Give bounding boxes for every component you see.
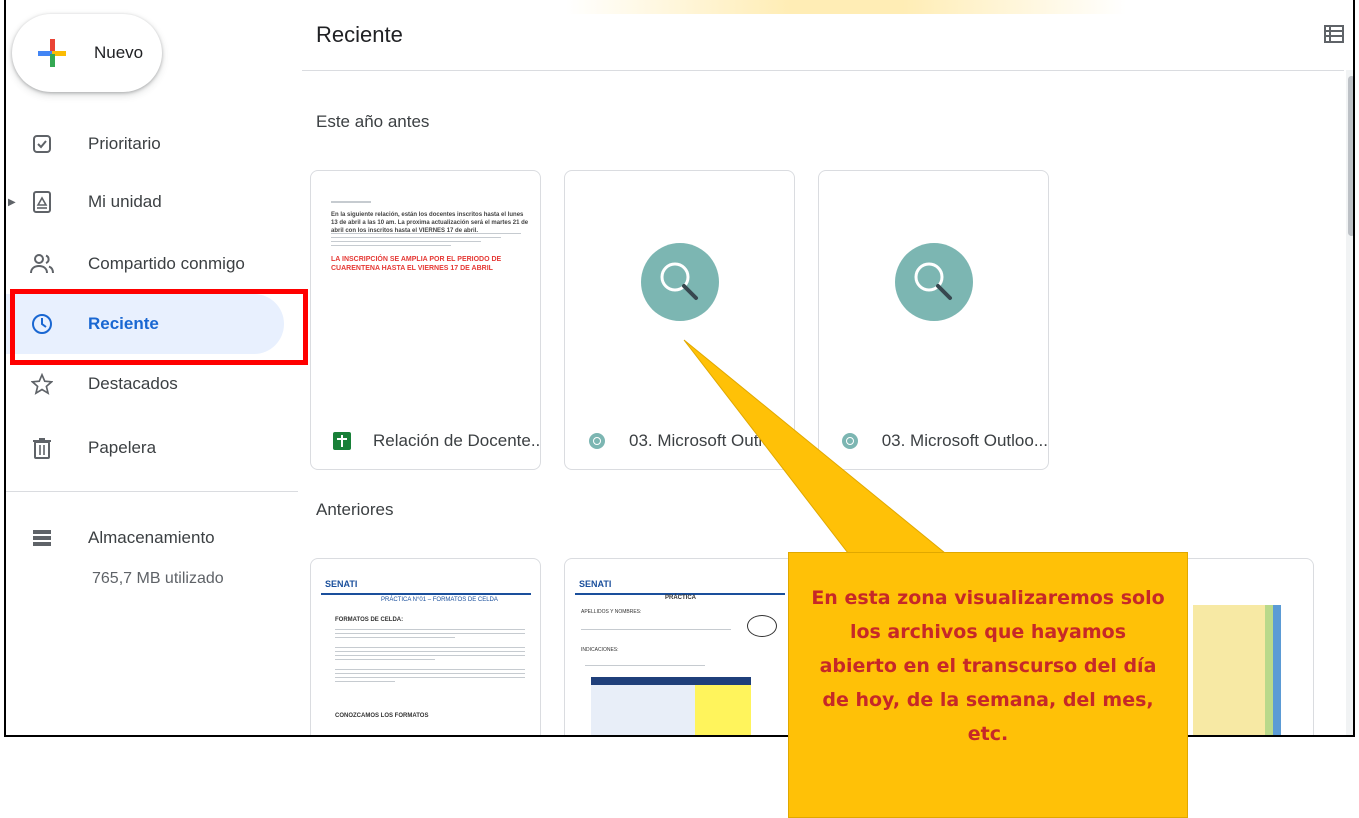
section-heading-this-year: Este año antes bbox=[316, 112, 430, 131]
trash-icon bbox=[30, 436, 54, 460]
sidebar-item-mi-unidad[interactable]: ▶ Mi unidad bbox=[6, 172, 284, 232]
file-card[interactable]: SENATI PRÁCTICA APELLIDOS Y NOMBRES: IND… bbox=[564, 558, 795, 735]
formats-heading: FORMATOS DE CELDA: bbox=[335, 617, 404, 623]
sidebar-item-papelera[interactable]: Papelera bbox=[6, 418, 284, 478]
scrollbar-thumb[interactable] bbox=[1348, 76, 1353, 236]
sidebar-item-almacenamiento[interactable]: Almacenamiento bbox=[6, 508, 284, 568]
plus-icon bbox=[38, 39, 66, 67]
practice-title: PRÁCTICA N°01 – FORMATOS DE CELDA bbox=[381, 597, 498, 603]
image-icon bbox=[841, 431, 860, 451]
instructions-label: INDICACIONES: bbox=[581, 647, 619, 653]
magnifier-icon bbox=[641, 243, 719, 321]
storage-used-text: 765,7 MB utilizado bbox=[92, 570, 224, 587]
new-button[interactable]: Nuevo bbox=[12, 14, 162, 92]
header-divider bbox=[302, 70, 1344, 71]
file-card[interactable]: En la siguiente relación, están los doce… bbox=[310, 170, 541, 470]
magnifier-icon bbox=[895, 243, 973, 321]
sidebar-item-prioritario[interactable]: Prioritario bbox=[6, 114, 284, 174]
file-preview bbox=[565, 171, 794, 411]
file-preview bbox=[819, 171, 1048, 411]
page-title: Reciente bbox=[316, 22, 403, 47]
scrollbar[interactable] bbox=[1346, 70, 1353, 735]
callout-text: En esta zona visualizaremos solo los arc… bbox=[811, 587, 1165, 745]
file-card[interactable]: SENATI PRÁCTICA N°01 – FORMATOS DE CELDA… bbox=[310, 558, 541, 735]
file-card[interactable]: 03. Microsoft Outlo... bbox=[564, 170, 795, 470]
sidebar-divider bbox=[6, 491, 298, 492]
file-name: 03. Microsoft Outloo... bbox=[881, 431, 1048, 450]
sidebar-item-label: Mi unidad bbox=[88, 192, 162, 211]
sidebar-item-compartido[interactable]: Compartido conmigo bbox=[6, 234, 284, 294]
names-label: APELLIDOS Y NOMBRES: bbox=[581, 609, 642, 615]
file-preview: SENATI PRÁCTICA N°01 – FORMATOS DE CELDA… bbox=[311, 559, 540, 735]
expand-caret-icon[interactable]: ▶ bbox=[8, 197, 16, 208]
star-icon bbox=[30, 372, 54, 396]
doc-preview-red-text: LA INSCRIPCIÓN SE AMPLIA POR EL PERIODO … bbox=[331, 256, 502, 272]
sheets-icon bbox=[333, 431, 351, 451]
formats-subheading: CONOZCAMOS LOS FORMATOS bbox=[335, 713, 429, 719]
top-watermark-band bbox=[566, 0, 1126, 14]
senati-logo-text: SENATI bbox=[325, 579, 358, 589]
image-icon bbox=[587, 431, 607, 451]
check-box-icon bbox=[30, 132, 54, 156]
sidebar-item-label: Prioritario bbox=[88, 134, 161, 153]
sidebar-item-label: Destacados bbox=[88, 374, 178, 393]
callout-box: En esta zona visualizaremos solo los arc… bbox=[788, 552, 1188, 818]
new-button-label: Nuevo bbox=[94, 43, 144, 62]
practice-title: PRÁCTICA bbox=[665, 595, 696, 601]
sidebar-item-label: Compartido conmigo bbox=[88, 254, 245, 273]
file-preview: SENATI PRÁCTICA APELLIDOS Y NOMBRES: IND… bbox=[565, 559, 794, 735]
file-preview: En la siguiente relación, están los doce… bbox=[311, 171, 540, 411]
highlight-box bbox=[10, 289, 308, 365]
file-name: Relación de Docente... bbox=[373, 431, 541, 450]
drive-icon bbox=[30, 190, 54, 214]
file-card[interactable]: 03. Microsoft Outloo... bbox=[818, 170, 1049, 470]
section-heading-older: Anteriores bbox=[316, 500, 394, 519]
file-name: 03. Microsoft Outlo... bbox=[629, 431, 786, 450]
senati-logo-text: SENATI bbox=[579, 579, 612, 589]
sidebar-item-label: Almacenamiento bbox=[88, 528, 215, 547]
list-view-icon[interactable] bbox=[1324, 24, 1346, 46]
doc-preview-text: En la siguiente relación, están los doce… bbox=[331, 212, 529, 234]
sidebar-item-label: Papelera bbox=[88, 438, 157, 457]
people-icon bbox=[30, 252, 54, 276]
storage-icon bbox=[30, 526, 54, 550]
